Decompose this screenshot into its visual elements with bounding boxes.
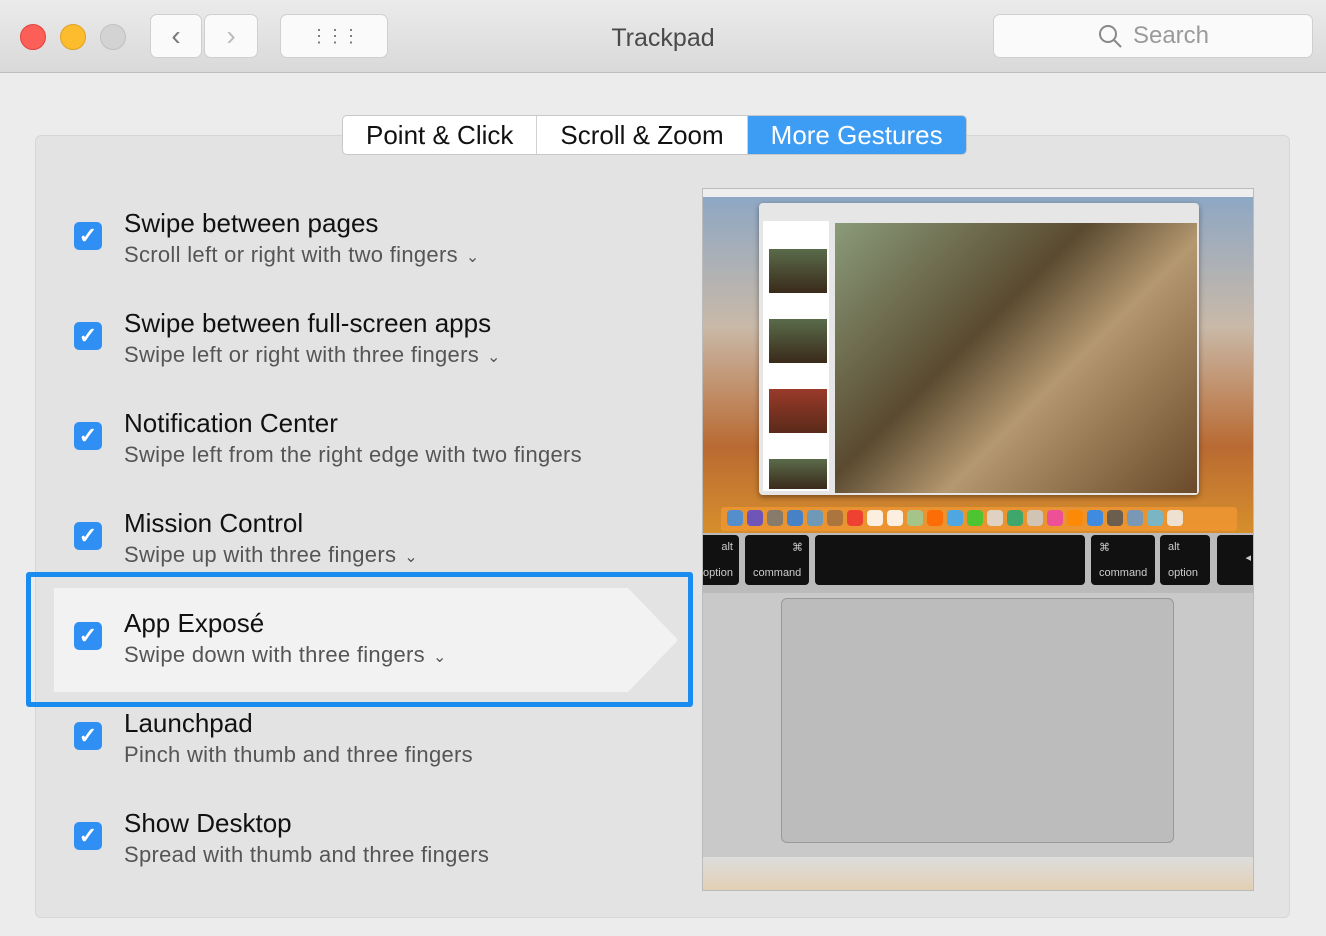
gesture-subtitle: Scroll left or right with two fingers: [124, 242, 458, 267]
checkbox[interactable]: ✓: [74, 322, 102, 350]
dock-app-icon: [767, 510, 783, 526]
chevron-down-icon[interactable]: ⌄: [466, 247, 480, 267]
chevron-down-icon[interactable]: ⌄: [433, 647, 447, 667]
gesture-subtitle-dropdown: Swipe left from the right edge with two …: [124, 442, 582, 468]
checkbox[interactable]: ✓: [74, 422, 102, 450]
keyboard: alt option ⌘ command ⌘ command alt option ◂: [703, 533, 1253, 593]
gesture-title: Show Desktop: [124, 808, 292, 838]
gesture-title: Swipe between pages: [124, 208, 379, 238]
tab-more-gestures[interactable]: More Gestures: [747, 116, 966, 154]
search-input[interactable]: Search: [993, 14, 1313, 58]
gesture-subtitle: Swipe left from the right edge with two …: [124, 442, 582, 467]
gesture-title: Swipe between full-screen apps: [124, 308, 492, 338]
search-placeholder: Search: [1132, 22, 1210, 49]
gesture-title: Notification Center: [124, 408, 338, 438]
dock-app-icon: [727, 510, 743, 526]
checkbox[interactable]: ✓: [74, 722, 102, 750]
thumbnail-sidebar: [763, 221, 829, 491]
gesture-subtitle-dropdown: Pinch with thumb and three fingers: [124, 742, 473, 768]
key-arrow-left: ◂: [1217, 535, 1253, 585]
checkmark-icon: ✓: [78, 223, 98, 248]
gesture-item: ✓ Swipe between full-screen apps Swipe l…: [74, 308, 674, 378]
thumbnail: [769, 459, 827, 489]
checkbox[interactable]: ✓: [74, 522, 102, 550]
gesture-subtitle: Swipe up with three fingers: [124, 542, 397, 567]
gesture-subtitle-dropdown: Spread with thumb and three fingers: [124, 842, 489, 868]
dock-app-icon: [1107, 510, 1123, 526]
gesture-subtitle-dropdown[interactable]: Scroll left or right with two fingers ⌄: [124, 242, 480, 268]
gesture-subtitle-dropdown[interactable]: Swipe down with three fingers ⌄: [124, 642, 447, 668]
gesture-subtitle: Pinch with thumb and three fingers: [124, 742, 473, 767]
checkmark-icon: ✓: [78, 523, 98, 548]
dock-app-icon: [927, 510, 943, 526]
gesture-title: App Exposé: [124, 608, 265, 638]
gesture-subtitle-dropdown[interactable]: Swipe up with three fingers ⌄: [124, 542, 418, 568]
dock-app-icon: [1007, 510, 1023, 526]
gesture-item: ✓ Mission Control Swipe up with three fi…: [74, 508, 674, 578]
key-option-right: alt option: [1160, 535, 1210, 585]
key-space: [815, 535, 1085, 585]
gesture-title: Mission Control: [124, 508, 304, 538]
dock-app-icon: [807, 510, 823, 526]
checkmark-icon: ✓: [78, 723, 98, 748]
dock: [721, 507, 1237, 531]
dock-app-icon: [1047, 510, 1063, 526]
dock-app-icon: [787, 510, 803, 526]
checkmark-icon: ✓: [78, 323, 98, 348]
gesture-subtitle: Swipe left or right with three fingers: [124, 342, 479, 367]
key-command-left: ⌘ command: [745, 535, 809, 585]
tab-bar: Point & Click Scroll & Zoom More Gesture…: [342, 115, 967, 155]
chevron-down-icon[interactable]: ⌄: [487, 347, 501, 367]
dock-app-icon: [1087, 510, 1103, 526]
dock-app-icon: [867, 510, 883, 526]
checkbox[interactable]: ✓: [74, 822, 102, 850]
checkmark-icon: ✓: [78, 823, 98, 848]
thumbnail: [769, 389, 827, 433]
dock-app-icon: [1167, 510, 1183, 526]
checkbox[interactable]: ✓: [74, 222, 102, 250]
dock-app-icon: [827, 510, 843, 526]
gesture-subtitle-dropdown[interactable]: Swipe left or right with three fingers ⌄: [124, 342, 501, 368]
checkbox[interactable]: ✓: [74, 622, 102, 650]
menu-bar: [703, 189, 1253, 197]
dock-app-icon: [847, 510, 863, 526]
gesture-item: ✓ Notification Center Swipe left from th…: [74, 408, 674, 478]
chevron-down-icon[interactable]: ⌄: [404, 547, 418, 567]
search-icon: [1098, 25, 1122, 48]
key-option-left: alt option: [703, 535, 739, 585]
checkmark-icon: ✓: [78, 623, 98, 648]
gesture-subtitle: Spread with thumb and three fingers: [124, 842, 490, 867]
gesture-title: Launchpad: [124, 708, 253, 738]
trackpad-surface: [781, 598, 1174, 843]
dock-app-icon: [1067, 510, 1083, 526]
dock-app-icon: [887, 510, 903, 526]
dock-app-icon: [907, 510, 923, 526]
dock-app-icon: [1027, 510, 1043, 526]
photo: [835, 223, 1197, 493]
dock-app-icon: [1147, 510, 1163, 526]
checkmark-icon: ✓: [78, 423, 98, 448]
thumbnail: [769, 319, 827, 363]
dock-app-icon: [967, 510, 983, 526]
laptop-base: [703, 857, 1253, 890]
tab-point-click[interactable]: Point & Click: [343, 116, 538, 154]
gesture-item: ✓ Swipe between pages Scroll left or rig…: [74, 208, 674, 278]
gesture-item: ✓ Launchpad Pinch with thumb and three f…: [74, 708, 674, 778]
dock-app-icon: [1127, 510, 1143, 526]
gesture-subtitle: Swipe down with three fingers: [124, 642, 425, 667]
dock-app-icon: [987, 510, 1003, 526]
preview-window: [759, 203, 1199, 495]
key-command-right: ⌘ command: [1091, 535, 1155, 585]
dock-app-icon: [947, 510, 963, 526]
title-bar: ‹ › ⋮⋮⋮ Trackpad Search: [0, 0, 1326, 73]
thumbnail: [769, 249, 827, 293]
dock-app-icon: [747, 510, 763, 526]
gesture-item: ✓ App Exposé Swipe down with three finge…: [74, 608, 674, 678]
tab-scroll-zoom[interactable]: Scroll & Zoom: [537, 116, 748, 154]
preview-screen: [703, 189, 1253, 533]
gesture-item: ✓ Show Desktop Spread with thumb and thr…: [74, 808, 674, 878]
gesture-preview: alt option ⌘ command ⌘ command alt option ◂: [702, 188, 1254, 891]
